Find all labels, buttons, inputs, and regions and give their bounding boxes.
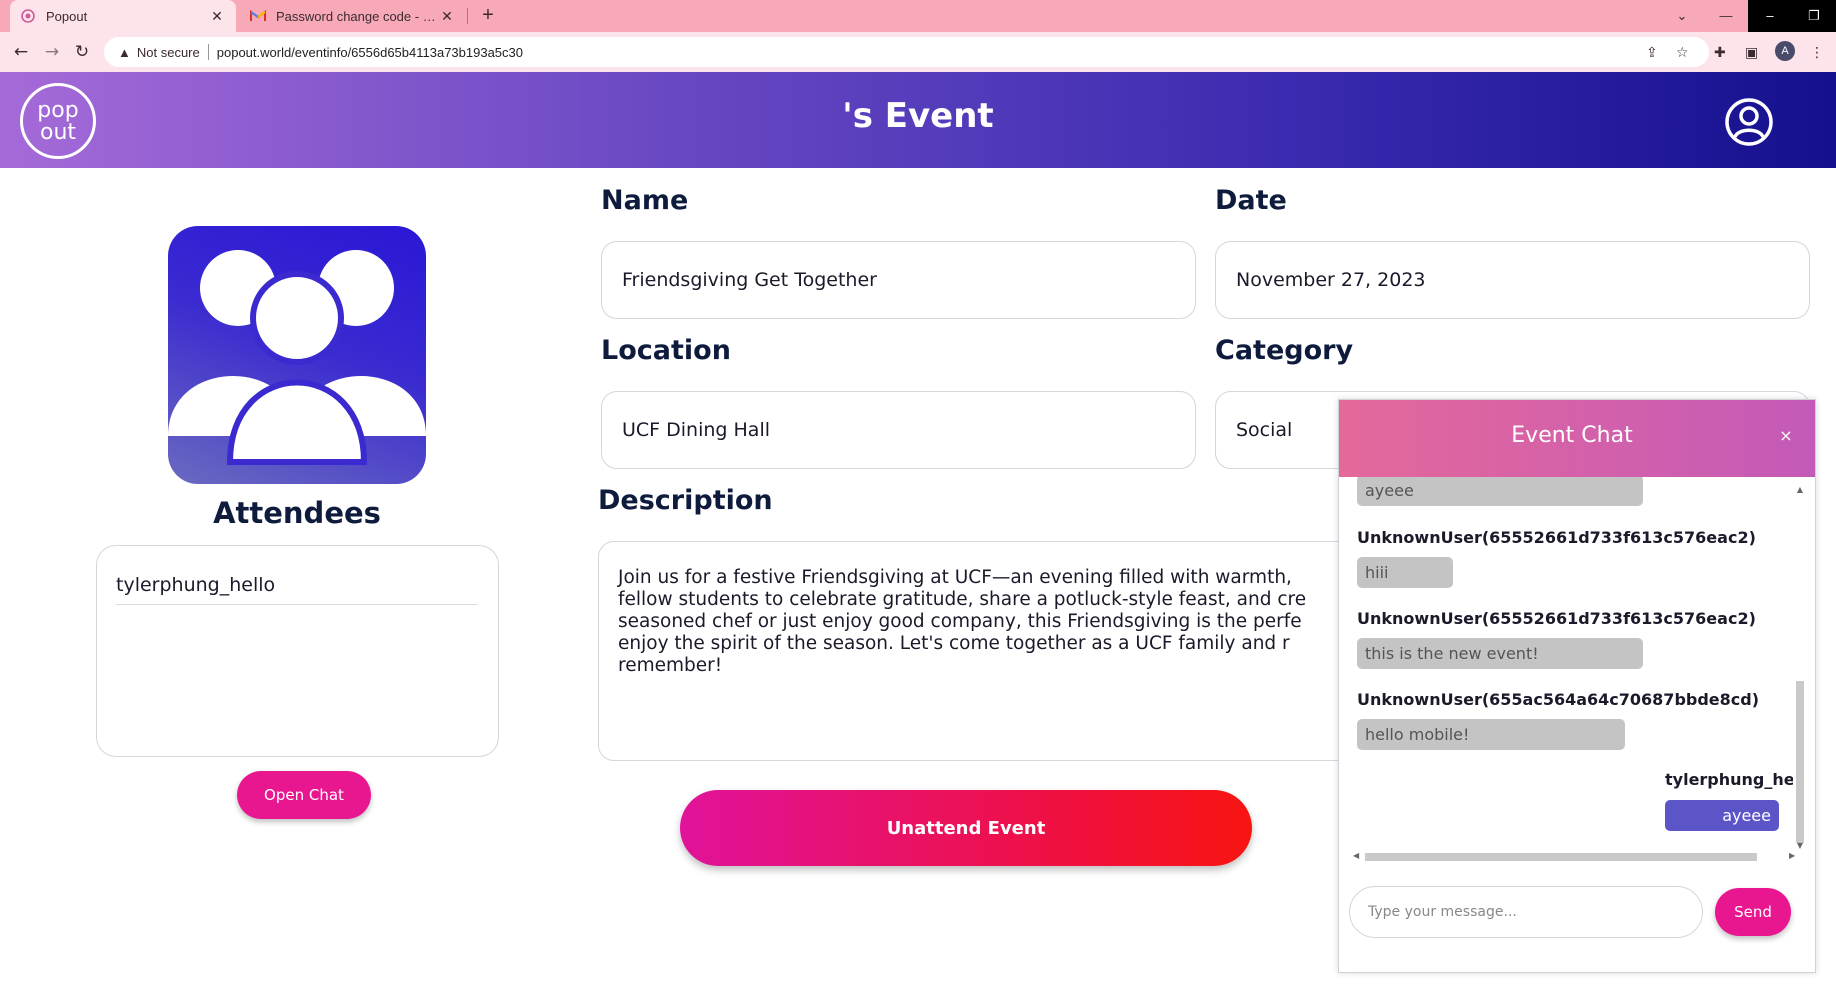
message-sender: tylerphung_hello — [1665, 770, 1793, 789]
minimize-icon[interactable]: — — [1704, 0, 1748, 32]
description-line: remember! — [618, 655, 723, 676]
tab-divider — [467, 8, 468, 24]
unattend-event-button[interactable]: Unattend Event — [680, 790, 1252, 866]
profile-avatar[interactable]: A — [1775, 41, 1795, 61]
extensions-icon[interactable]: ✚ — [1714, 45, 1726, 61]
tab-close-icon[interactable]: ✕ — [208, 8, 226, 25]
page-title: 's Event — [842, 96, 994, 136]
menu-kebab-icon[interactable]: ⋮ — [1810, 45, 1824, 61]
message-bubble: hello mobile! — [1357, 719, 1625, 750]
attendee-item: tylerphung_hello — [116, 574, 478, 605]
chat-messages[interactable]: ayeee UnknownUser(65552661d733f613c576ea… — [1339, 477, 1815, 869]
chat-horizontal-scrollbar[interactable]: ◀ ▶ — [1353, 850, 1799, 864]
tab-search-icon[interactable]: ⌄ — [1660, 0, 1704, 32]
location-field[interactable]: UCF Dining Hall — [601, 391, 1196, 469]
message-sender: UnknownUser(655ac564a64c70687bbde8cd) — [1357, 690, 1760, 709]
scroll-down-arrow-icon[interactable]: ▼ — [1795, 841, 1805, 850]
bookmark-star-icon[interactable]: ☆ — [1676, 45, 1689, 61]
date-label: Date — [1215, 185, 1287, 216]
omnibox-divider — [207, 44, 209, 60]
open-chat-button[interactable]: Open Chat — [237, 771, 371, 819]
new-tab-icon[interactable]: + — [476, 3, 500, 27]
minimize-window-icon[interactable]: – — [1748, 0, 1792, 32]
description-line: seasoned chef or just enjoy good company… — [618, 611, 1302, 632]
share-icon[interactable]: ⇪ — [1646, 45, 1658, 61]
location-label: Location — [601, 335, 731, 366]
chat-close-icon[interactable]: × — [1776, 426, 1796, 445]
message-bubble: ayeee — [1357, 477, 1643, 506]
browser-tab-popout[interactable]: Popout ✕ — [10, 0, 236, 32]
tab-close-icon[interactable]: ✕ — [438, 8, 456, 25]
browser-tab-bar: Popout ✕ Password change code - tylerphu… — [0, 0, 1836, 32]
name-field[interactable]: Friendsgiving Get Together — [601, 241, 1196, 319]
chat-header: Event Chat × — [1339, 400, 1815, 477]
browser-tab-gmail[interactable]: Password change code - tylerphung ✕ — [240, 0, 466, 32]
scrollbar-thumb[interactable] — [1365, 853, 1757, 861]
reload-icon[interactable]: ↻ — [70, 40, 94, 64]
gmail-favicon-icon — [250, 8, 266, 24]
browser-toolbar: ← → ↻ ▲ Not secure popout.world/eventinf… — [0, 32, 1836, 72]
warning-icon[interactable]: ▲ — [118, 45, 131, 60]
address-bar[interactable]: ▲ Not secure popout.world/eventinfo/6556… — [104, 37, 1709, 67]
security-label[interactable]: Not secure — [137, 45, 200, 60]
app-header: pop out 's Event — [0, 72, 1836, 168]
description-line: fellow students to celebrate gratitude, … — [618, 589, 1307, 610]
side-panel-icon[interactable]: ▣ — [1745, 45, 1758, 61]
message-bubble: this is the new event! — [1357, 638, 1643, 669]
send-button[interactable]: Send — [1715, 888, 1791, 936]
description-line: enjoy the spirit of the season. Let's co… — [618, 633, 1290, 654]
tab-title: Popout — [46, 8, 88, 24]
scroll-up-arrow-icon[interactable]: ▲ — [1795, 485, 1805, 494]
scrollbar-thumb[interactable] — [1796, 681, 1804, 843]
popout-favicon-icon — [20, 8, 36, 24]
scroll-left-arrow-icon[interactable]: ◀ — [1353, 851, 1359, 860]
scroll-right-arrow-icon[interactable]: ▶ — [1789, 851, 1795, 860]
chat-vertical-scrollbar[interactable]: ▲ ▼ — [1793, 485, 1807, 855]
url-text[interactable]: popout.world/eventinfo/6556d65b4113a73b1… — [217, 45, 523, 60]
tab-title: Password change code - tylerphung — [276, 8, 438, 24]
name-label: Name — [601, 185, 689, 216]
back-icon[interactable]: ← — [9, 40, 33, 64]
message-sender: UnknownUser(65552661d733f613c576eac2) — [1357, 528, 1756, 547]
restore-window-icon[interactable]: ❐ — [1792, 0, 1836, 32]
date-field[interactable]: November 27, 2023 — [1215, 241, 1810, 319]
own-message-bubble: ayeee — [1665, 800, 1779, 831]
message-sender: UnknownUser(65552661d733f613c576eac2) — [1357, 609, 1756, 628]
account-icon[interactable] — [1724, 97, 1774, 147]
group-icon — [168, 226, 426, 484]
chat-message-input[interactable] — [1349, 886, 1703, 938]
forward-icon[interactable]: → — [40, 40, 64, 64]
message-bubble: hiii — [1357, 557, 1453, 588]
event-chat-panel: Event Chat × ayeee UnknownUser(65552661d… — [1338, 399, 1816, 973]
attendee-list: tylerphung_hello — [96, 545, 499, 757]
description-field[interactable]: Join us for a festive Friendsgiving at U… — [598, 541, 1358, 761]
chat-title: Event Chat — [1511, 423, 1633, 448]
own-sender-wrap: tylerphung_hello — [1665, 770, 1793, 794]
description-label: Description — [598, 485, 773, 516]
description-line: Join us for a festive Friendsgiving at U… — [618, 567, 1292, 588]
attendees-heading: Attendees — [213, 496, 381, 530]
category-label: Category — [1215, 335, 1354, 366]
